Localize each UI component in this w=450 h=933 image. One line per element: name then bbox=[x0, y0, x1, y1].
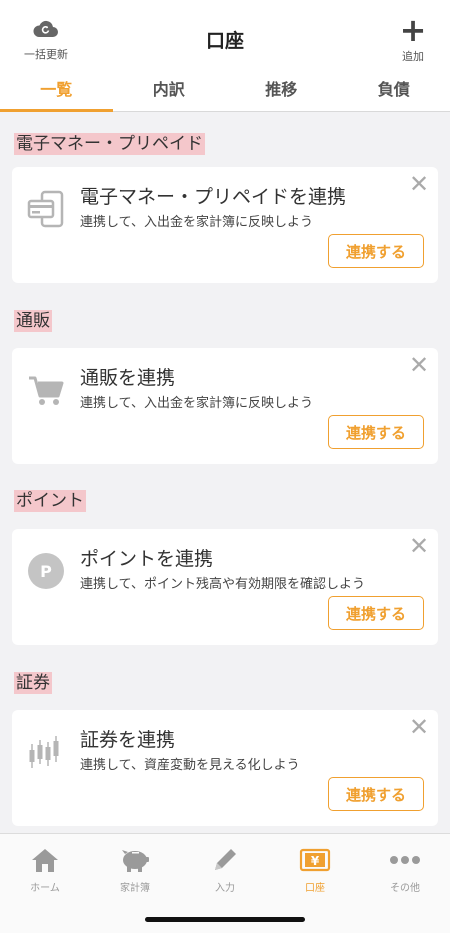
card-title: 通販を連携 bbox=[80, 367, 176, 389]
tab-list[interactable]: 一覧 bbox=[0, 68, 113, 112]
link-button[interactable]: 連携する bbox=[328, 777, 424, 811]
link-card-points: P ポイントを連携 連携して、ポイント残高や有効期限を確認しよう ✕ 連携する bbox=[12, 529, 438, 645]
tab-bar: 一覧 内訳 推移 負債 bbox=[0, 68, 450, 112]
yen-wallet-icon: ¥ bbox=[270, 846, 360, 874]
close-icon[interactable]: ✕ bbox=[408, 715, 430, 739]
page-title: 口座 bbox=[205, 30, 244, 52]
add-label: 追加 bbox=[402, 50, 424, 63]
card-title: 電子マネー・プリペイドを連携 bbox=[80, 186, 347, 208]
close-icon[interactable]: ✕ bbox=[408, 172, 430, 196]
card-description: 連携して、ポイント残高や有効期限を確認しよう bbox=[80, 577, 365, 592]
section-title-prepaid: 電子マネー・プリペイド bbox=[14, 133, 205, 155]
nav-home-label: ホーム bbox=[30, 883, 60, 894]
candlestick-chart-icon bbox=[26, 732, 66, 772]
section-title-points: ポイント bbox=[14, 490, 86, 512]
point-icon-letter: P bbox=[40, 562, 52, 581]
home-icon bbox=[0, 846, 90, 874]
nav-input-label: 入力 bbox=[215, 883, 235, 894]
link-card-shopping: 通販を連携 連携して、入出金を家計簿に反映しよう ✕ 連携する bbox=[12, 348, 438, 464]
plus-icon: + bbox=[399, 11, 427, 49]
section-title-shopping: 通販 bbox=[14, 310, 52, 332]
link-button[interactable]: 連携する bbox=[328, 415, 424, 449]
card-title: 証券を連携 bbox=[80, 729, 176, 751]
card-description: 連携して、入出金を家計簿に反映しよう bbox=[80, 215, 313, 230]
nav-more[interactable]: その他 bbox=[360, 834, 450, 933]
card-description: 連携して、資産変動を見える化しよう bbox=[80, 758, 300, 773]
point-icon: P bbox=[26, 551, 66, 591]
more-dots-icon bbox=[360, 846, 450, 874]
pencil-icon bbox=[180, 846, 270, 874]
prepaid-card-phone-icon bbox=[26, 189, 66, 229]
tab-liabilities[interactable]: 負債 bbox=[338, 68, 450, 112]
card-description: 連携して、入出金を家計簿に反映しよう bbox=[80, 396, 313, 411]
add-account-button[interactable]: + 追加 bbox=[390, 11, 436, 64]
section-title-securities: 証券 bbox=[14, 672, 52, 694]
nav-home[interactable]: ホーム bbox=[0, 834, 90, 933]
nav-accounts-label: 口座 bbox=[305, 883, 325, 894]
link-button[interactable]: 連携する bbox=[328, 234, 424, 268]
link-card-prepaid: 電子マネー・プリペイドを連携 連携して、入出金を家計簿に反映しよう ✕ 連携する bbox=[12, 167, 438, 283]
nav-more-label: その他 bbox=[390, 883, 420, 894]
home-indicator bbox=[145, 917, 305, 922]
tab-breakdown[interactable]: 内訳 bbox=[113, 68, 226, 112]
top-header: 一括更新 口座 + 追加 一覧 内訳 推移 負債 bbox=[0, 0, 450, 112]
link-button[interactable]: 連携する bbox=[328, 596, 424, 630]
close-icon[interactable]: ✕ bbox=[408, 353, 430, 377]
tab-trend[interactable]: 推移 bbox=[225, 68, 338, 112]
card-title: ポイントを連携 bbox=[80, 548, 214, 570]
close-icon[interactable]: ✕ bbox=[408, 534, 430, 558]
nav-household-book-label: 家計簿 bbox=[120, 883, 150, 894]
shopping-cart-icon bbox=[26, 370, 66, 410]
piggy-bank-icon bbox=[90, 846, 180, 874]
link-card-securities: 証券を連携 連携して、資産変動を見える化しよう ✕ 連携する bbox=[12, 710, 438, 826]
yen-symbol: ¥ bbox=[311, 854, 320, 868]
